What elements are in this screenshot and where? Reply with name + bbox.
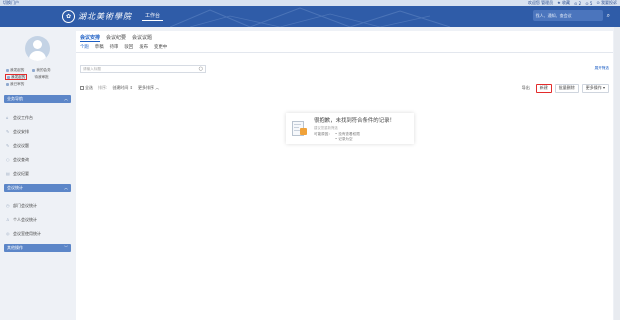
list-toolbar: 全选 排序: 创建时间 ⇕ 更多排序 ︿ 导出 新建 批量删除 更多操作 ▾	[76, 81, 613, 95]
doc-icon	[7, 75, 10, 79]
status-tabs: 个跑 草稿 待审 驳回 发布 变更中	[80, 44, 167, 50]
page-scrollbar[interactable]	[614, 27, 620, 320]
main-panel: 会议安排 会议纪要 会议议题 个跑 草稿 待审 驳回 发布 变更中 请输入标题 …	[76, 31, 613, 320]
menu-personal-stats[interactable]: ♙ 个人会议统计	[6, 215, 37, 224]
notification-counter[interactable]: ⊙ 2	[574, 1, 581, 6]
reason-item: 没有查看权限	[335, 132, 360, 137]
subtab-all[interactable]: 个跑	[80, 44, 89, 50]
search-icon[interactable]: ⌕	[607, 12, 610, 20]
search-icon[interactable]: ○	[199, 66, 203, 72]
subtab-published[interactable]: 发布	[139, 44, 148, 50]
tab-meeting-topics[interactable]: 会议议题	[132, 34, 152, 42]
sort-label: 排序:	[98, 85, 108, 90]
edit-icon: ✎	[6, 143, 10, 148]
app-header: ✿ 湖北美術學院 工作台 找人、通知、查会议 ⌕	[0, 6, 620, 27]
section-meeting-stats[interactable]: 会议统计 ︿	[4, 184, 71, 192]
subtab-changing[interactable]: 变更中	[154, 44, 167, 50]
chevron-up-icon: ︿	[64, 96, 68, 101]
chevron-down-icon: ﹀	[64, 245, 68, 250]
global-search-input[interactable]: 找人、通知、查会议	[532, 10, 603, 21]
message-counter[interactable]: ⊙ 5	[585, 1, 592, 6]
chart-icon: ◷	[6, 203, 10, 208]
home-icon: ⌂	[6, 115, 9, 120]
tab-meeting-minutes[interactable]: 会议纪要	[106, 34, 126, 42]
subtab-pending[interactable]: 待审	[110, 44, 119, 50]
export-button[interactable]: 导出	[518, 83, 533, 93]
subtab-rejected[interactable]: 驳回	[124, 44, 133, 50]
subtab-draft[interactable]: 草稿	[95, 44, 104, 50]
empty-subtitle: 建议您重新筛选	[314, 125, 338, 130]
menu-meeting-arrange[interactable]: ✎ 会议安排	[6, 127, 29, 136]
doc-icon	[32, 68, 36, 72]
quick-my-initiated[interactable]: 我发起的	[5, 67, 25, 73]
more-actions-button[interactable]: 更多操作 ▾	[581, 83, 609, 93]
empty-title: 很抱歉，未找到符合条件的记录！	[314, 117, 395, 124]
new-button[interactable]: 新建	[535, 83, 552, 93]
menu-dept-stats[interactable]: ◷ 部门会议统计	[6, 201, 37, 210]
document-icon: ▤	[6, 171, 10, 176]
sort-by-created-time[interactable]: 创建时间 ⇕	[112, 85, 133, 91]
empty-document-icon	[291, 120, 308, 137]
quick-my-initiated-highlighted[interactable]: 我发起的	[5, 74, 28, 80]
avatar[interactable]	[25, 36, 50, 61]
chevron-up-icon: ︿	[64, 185, 68, 190]
menu-room-usage-stats[interactable]: ◎ 会议室使用统计	[6, 229, 41, 238]
chart-icon: ◎	[6, 231, 10, 236]
reasons-label: 可能原因：	[314, 131, 332, 136]
menu-meeting-query[interactable]: ○ 会议查询	[6, 155, 29, 164]
section-business-nav[interactable]: 业务导航 ︿	[4, 95, 71, 103]
primary-tabs: 会议安排 会议纪要 会议议题	[80, 34, 152, 42]
edit-icon: ✎	[6, 129, 10, 134]
quick-pending-approval[interactable]: 待我审批	[33, 74, 49, 80]
section-other-actions[interactable]: 其他操作 ﹀	[4, 244, 71, 252]
user-icon: ♙	[6, 217, 10, 222]
school-logo[interactable]: ✿ 湖北美術學院	[62, 10, 132, 23]
checkbox[interactable]	[80, 86, 84, 90]
menu-meeting-topics[interactable]: ✎ 会议议题	[6, 141, 29, 150]
school-seal-icon: ✿	[62, 10, 75, 23]
search-icon: ○	[6, 157, 10, 162]
title-search-input[interactable]: 请输入标题 ○	[80, 65, 206, 73]
more-sort-options[interactable]: 更多排序 ︿	[138, 85, 159, 91]
header-right: 找人、通知、查会议 ⌕	[532, 10, 610, 21]
select-all[interactable]: 全选	[80, 85, 93, 91]
quick-my-meetings[interactable]: 我的会务	[31, 67, 51, 73]
school-name: 湖北美術學院	[78, 12, 132, 21]
tab-meeting-arrange[interactable]: 会议安排	[80, 34, 101, 42]
quick-my-reviewed[interactable]: 我已审的	[5, 81, 25, 87]
sidebar: 我发起的 我的会务 我发起的 待我审批 我已审的 业务导航 ︿ ⌂ 会议工作台 ✎…	[0, 27, 74, 320]
doc-icon	[6, 82, 9, 86]
menu-meeting-workbench[interactable]: ⌂ 会议工作台	[6, 113, 33, 122]
nav-workbench[interactable]: 工作台	[142, 12, 164, 21]
quick-links: 我发起的 我的会务 我发起的 待我审批 我已审的	[5, 67, 71, 88]
expand-filter-link[interactable]: 展开筛选	[595, 66, 609, 71]
menu-meeting-minutes[interactable]: ▤ 会议纪要	[6, 169, 29, 178]
empty-state-card: 很抱歉，未找到符合条件的记录！ 建议您重新筛选 可能原因： 没有查看权限 记录为…	[286, 113, 414, 144]
header-decoration	[170, 7, 451, 27]
batch-delete-button[interactable]: 批量删除	[554, 83, 579, 93]
reason-item: 记录为空	[335, 137, 360, 142]
divider	[76, 52, 613, 53]
doc-icon	[6, 68, 9, 72]
